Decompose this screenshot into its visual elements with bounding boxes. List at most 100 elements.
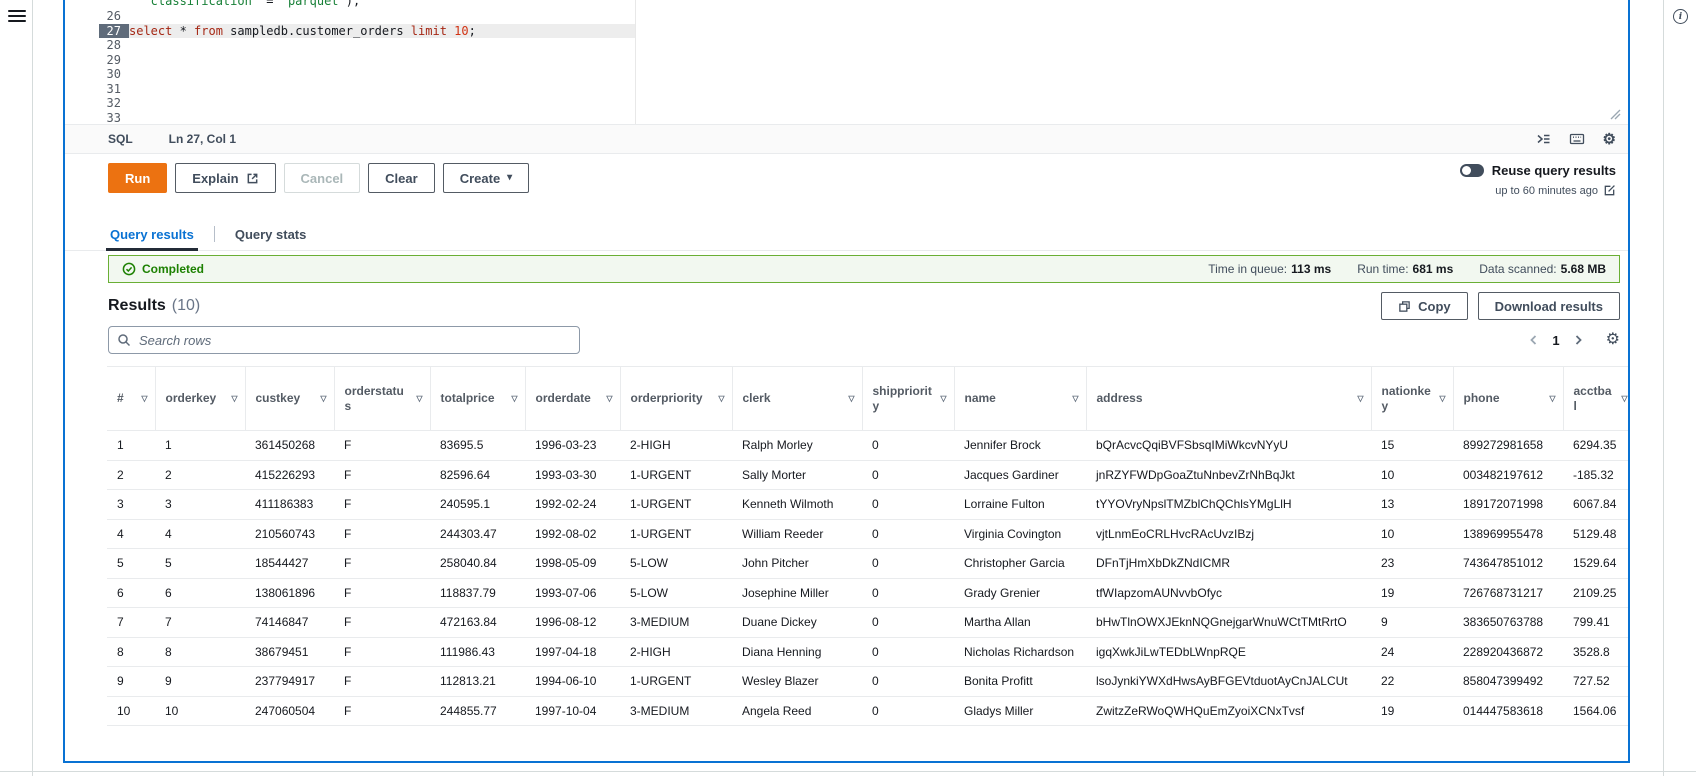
table-cell: 7 <box>155 607 245 638</box>
column-filter-icon[interactable]: ▽ <box>848 390 854 405</box>
editor-line[interactable]: 31 <box>65 82 1628 97</box>
column-header-acctbal[interactable]: acctbal ▽ <box>1563 366 1628 431</box>
results-table-body: 1 1 361450268 F 83695.5 1996-03-23 2-HIGH Ralph… <box>107 430 1628 726</box>
column-header-orderstatus[interactable]: orderstatus ▽ <box>334 366 431 431</box>
search-box[interactable] <box>108 326 580 354</box>
table-cell: 10 <box>1371 519 1453 549</box>
reuse-age-label: up to 60 minutes ago <box>1495 184 1598 197</box>
column-header-name[interactable]: name ▽ <box>954 366 1087 431</box>
table-cell: 003482197612 <box>1453 460 1563 490</box>
table-cell: Ralph Morley <box>732 430 862 461</box>
table-cell: 3-MEDIUM <box>620 607 732 638</box>
format-query-icon[interactable] <box>1536 132 1551 146</box>
keyboard-shortcuts-icon[interactable] <box>1569 132 1585 146</box>
column-header-index[interactable]: # ▽ <box>107 366 156 431</box>
editor-line[interactable]: 26 <box>65 9 1628 24</box>
column-header-custkey[interactable]: custkey ▽ <box>245 366 335 431</box>
cursor-position-label: Ln 27, Col 1 <box>168 132 237 146</box>
menu-icon[interactable] <box>8 10 26 24</box>
tab-query-stats[interactable]: Query stats <box>233 218 309 250</box>
table-cell: 111986.43 <box>430 637 525 667</box>
search-rows-input[interactable] <box>137 331 571 349</box>
editor-resize-handle[interactable] <box>1610 109 1621 120</box>
column-filter-icon[interactable]: ▽ <box>1439 390 1445 405</box>
table-cell: 5 <box>155 548 245 579</box>
table-cell: 3-MEDIUM <box>620 696 732 726</box>
column-filter-icon[interactable]: ▽ <box>141 390 147 405</box>
column-filter-icon[interactable]: ▽ <box>231 390 237 405</box>
time-in-queue-stat: Time in queue: 113 ms <box>1208 262 1332 276</box>
column-header-nationkey[interactable]: nationkey ▽ <box>1371 366 1454 431</box>
table-cell: Wesley Blazer <box>732 666 862 697</box>
reuse-query-results-toggle[interactable] <box>1459 164 1484 177</box>
column-filter-icon[interactable]: ▽ <box>511 390 517 405</box>
column-filter-icon[interactable]: ▽ <box>1621 390 1627 405</box>
column-header-label: orderdate <box>535 391 591 405</box>
right-tools-rail: i <box>1663 0 1696 776</box>
column-header-clerk[interactable]: clerk ▽ <box>732 366 863 431</box>
previous-page-icon[interactable] <box>1528 334 1540 346</box>
table-cell: 19 <box>1371 696 1453 726</box>
column-filter-icon[interactable]: ▽ <box>320 390 326 405</box>
column-filter-icon[interactable]: ▽ <box>940 390 946 405</box>
column-filter-icon[interactable]: ▽ <box>1357 390 1363 405</box>
table-cell: 1564.06 <box>1563 696 1628 726</box>
table-cell: 1993-07-06 <box>525 578 620 608</box>
caret-down-icon: ▾ <box>507 172 513 183</box>
editor-line[interactable]: 'classification' = 'parquet'); <box>65 0 1628 9</box>
table-cell: 5 <box>107 548 155 579</box>
editor-line[interactable]: 33 <box>65 111 1628 125</box>
edit-icon[interactable] <box>1603 184 1616 197</box>
column-filter-icon[interactable]: ▽ <box>606 390 612 405</box>
tab-divider <box>213 226 215 242</box>
current-page-number[interactable]: 1 <box>1552 333 1559 348</box>
editor-active-line[interactable]: 27 select * from sampledb.customer_order… <box>65 23 1628 38</box>
table-cell: 10 <box>1371 460 1453 490</box>
editor-line[interactable]: 30 <box>65 67 1628 82</box>
column-filter-icon[interactable]: ▽ <box>718 390 724 405</box>
column-header-shippriority[interactable]: shippriority ▽ <box>862 366 955 431</box>
column-header-address[interactable]: address ▽ <box>1086 366 1372 431</box>
table-cell: 0 <box>862 519 954 549</box>
table-cell: 240595.1 <box>430 489 525 520</box>
clear-button[interactable]: Clear <box>368 163 435 193</box>
column-header-totalprice[interactable]: totalprice ▽ <box>430 366 526 431</box>
cancel-button: Cancel <box>283 163 361 193</box>
column-header-label: phone <box>1463 391 1500 405</box>
tab-query-results[interactable]: Query results <box>106 218 198 251</box>
column-filter-icon[interactable]: ▽ <box>1549 390 1555 405</box>
table-cell: 23 <box>1371 548 1453 579</box>
table-cell: 82596.64 <box>430 460 525 490</box>
copy-button[interactable]: Copy <box>1381 292 1468 320</box>
column-filter-icon[interactable]: ▽ <box>416 390 422 405</box>
run-button[interactable]: Run <box>108 163 168 193</box>
column-header-orderkey[interactable]: orderkey ▽ <box>155 366 246 431</box>
table-preferences-gear-icon[interactable]: ⚙ <box>1606 332 1620 348</box>
external-link-icon <box>247 173 257 183</box>
table-cell: 0 <box>862 637 954 667</box>
download-results-button[interactable]: Download results <box>1477 292 1620 320</box>
create-button[interactable]: Create ▾ <box>442 163 530 193</box>
sql-editor[interactable]: 'classification' = 'parquet'); 26 27 sel… <box>65 0 1628 124</box>
table-cell: 138969955478 <box>1453 519 1563 549</box>
column-filter-icon[interactable]: ▽ <box>1072 390 1078 405</box>
info-icon[interactable]: i <box>1673 9 1688 24</box>
table-cell: 472163.84 <box>430 607 525 638</box>
table-cell: 1-URGENT <box>620 460 732 490</box>
editor-line[interactable]: 29 <box>65 53 1628 68</box>
column-header-phone[interactable]: phone ▽ <box>1453 366 1564 431</box>
editor-settings-gear-icon[interactable]: ⚙ <box>1603 132 1616 147</box>
table-row: 6 6 138061896 F 118837.79 1993-07-06 5-LOW Jose… <box>107 578 1628 608</box>
next-page-icon[interactable] <box>1572 334 1584 346</box>
column-header-orderpriority[interactable]: orderpriority ▽ <box>620 366 733 431</box>
editor-line[interactable]: 28 <box>65 38 1628 53</box>
table-cell: 247060504 <box>245 696 334 726</box>
run-time-stat: Run time: 681 ms <box>1357 262 1454 276</box>
editor-line[interactable]: 32 <box>65 96 1628 111</box>
reuse-query-results-label: Reuse query results <box>1491 163 1616 178</box>
explain-button[interactable]: Explain <box>175 163 276 193</box>
column-header-orderdate[interactable]: orderdate ▽ <box>525 366 621 431</box>
table-cell: Kenneth Wilmoth <box>732 489 862 520</box>
table-cell: 1-URGENT <box>620 519 732 549</box>
table-cell: 6067.84 <box>1563 489 1628 520</box>
